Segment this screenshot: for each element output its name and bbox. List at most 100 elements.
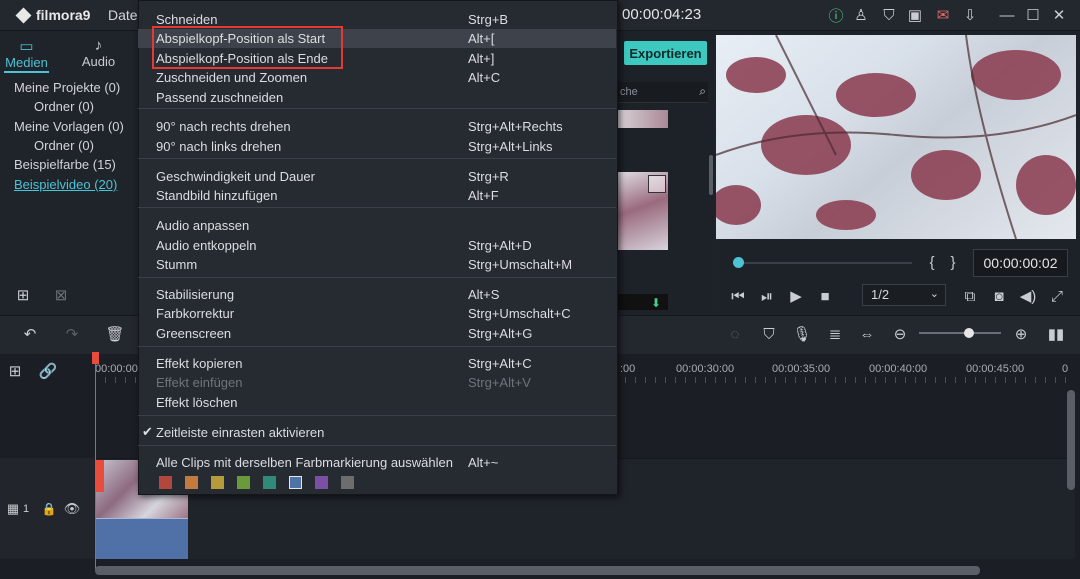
fullscreen-icon[interactable]: ⤢ <box>1048 287 1066 305</box>
menu-item-shortcut: Alt+F <box>468 188 499 203</box>
menu-separator <box>138 207 616 208</box>
preview-progress-track[interactable] <box>734 262 912 264</box>
menu-separator <box>138 346 616 347</box>
zoom-out-icon[interactable]: ⊖ <box>891 325 909 343</box>
mark-in-icon[interactable]: { <box>925 253 939 271</box>
search-placeholder: che <box>620 86 638 98</box>
context-menu-items: Schneiden Strg+B Abspielkopf-Position als … <box>138 0 618 495</box>
menu-item-label: Stumm <box>156 257 198 272</box>
timeline-layout-icon[interactable]: ▮▮ <box>1046 325 1066 343</box>
menu-item-effekt-einfügen[interactable]: Effekt einfügen Strg+Alt+V <box>138 373 616 392</box>
menu-item-zuschneiden-und-zoomen[interactable]: Zuschneiden und Zoomen Alt+C <box>138 68 616 87</box>
tab-audio[interactable]: ♪ Audio <box>76 31 121 73</box>
delete-icon[interactable]: 🗑 <box>105 325 124 343</box>
minimize-icon[interactable]: — <box>998 6 1016 24</box>
menu-item-farbkorrektur[interactable]: Farbkorrektur Strg+Umschalt+C <box>138 304 616 323</box>
menu-item-geschwindigkeit-und-dauer[interactable]: Geschwindigkeit und Dauer Strg+R <box>138 167 616 186</box>
search-input[interactable]: che ⌕ <box>618 82 708 103</box>
menu-item-shortcut: Strg+Alt+G <box>468 326 533 341</box>
menu-item-standbild-hinzufügen[interactable]: Standbild hinzufügen Alt+F <box>138 186 616 205</box>
menu-item-alle-clips-mit-derselben-farbmarkierung-auswählen[interactable]: Alle Clips mit derselben Farbmarkierung … <box>138 453 616 472</box>
menu-item-stabilisierung[interactable]: Stabilisierung Alt+S <box>138 285 616 304</box>
menu-datei[interactable]: Datei <box>108 7 141 23</box>
mark-out-icon[interactable]: } <box>946 253 960 271</box>
tree-beispielfarbe[interactable]: Beispielfarbe (15) <box>14 157 116 172</box>
playhead-line[interactable] <box>95 352 96 570</box>
download-icon[interactable]: ⇩ <box>961 6 979 24</box>
playhead-handle[interactable] <box>92 352 99 364</box>
menu-item-zeitleiste-einrasten-aktivieren[interactable]: ✔ Zeitleiste einrasten aktivieren <box>138 423 616 442</box>
color-mark-swatch[interactable] <box>211 476 224 489</box>
download-media-icon[interactable]: ⬇ <box>651 296 661 310</box>
tab-medien[interactable]: ▭ Medien <box>0 31 53 73</box>
delete-folder-icon[interactable]: ⊠ <box>51 286 71 304</box>
tree-meine-vorlagen[interactable]: Meine Vorlagen (0) <box>14 119 124 134</box>
color-mark-swatch[interactable] <box>237 476 250 489</box>
eye-icon[interactable]: 👁 <box>64 501 81 517</box>
media-type-icon <box>648 175 666 193</box>
render-icon[interactable]: ◌ <box>726 325 744 343</box>
menu-item-label: Effekt kopieren <box>156 356 243 371</box>
zoom-slider-knob[interactable] <box>964 328 974 338</box>
menu-item-effekt-kopieren[interactable]: Effekt kopieren Strg+Alt+C <box>138 354 616 373</box>
info-icon[interactable]: ⓘ <box>827 6 845 25</box>
color-mark-swatch[interactable] <box>263 476 276 489</box>
project-duration: 00:00:04:23 <box>622 6 702 23</box>
menu-item-passend-zuschneiden[interactable]: Passend zuschneiden <box>138 88 616 107</box>
lock-icon[interactable]: 🔒 <box>42 501 57 517</box>
clip-audio-waveform[interactable] <box>95 518 188 559</box>
stop-icon[interactable]: ■ <box>816 287 834 305</box>
menu-item-greenscreen[interactable]: Greenscreen Strg+Alt+G <box>138 324 616 343</box>
account-icon[interactable]: ♙ <box>852 6 870 24</box>
cart-icon[interactable]: ⛉ <box>880 6 898 24</box>
zoom-in-icon[interactable]: ⊕ <box>1012 325 1030 343</box>
redo-icon[interactable]: ↷ <box>62 325 82 343</box>
timeline-vertical-scrollbar[interactable] <box>1067 390 1075 490</box>
close-icon[interactable]: ✕ <box>1050 6 1068 24</box>
display-settings-icon[interactable]: ⧉ <box>960 287 980 305</box>
color-mark-swatch[interactable] <box>185 476 198 489</box>
undo-icon[interactable]: ↶ <box>20 325 40 343</box>
menu-item-effekt-löschen[interactable]: Effekt löschen <box>138 393 616 412</box>
mail-icon[interactable]: ✉ <box>934 6 952 24</box>
color-mark-swatch[interactable] <box>289 476 302 489</box>
tree-meine-projekte[interactable]: Meine Projekte (0) <box>14 80 120 95</box>
tree-ordner-projekte[interactable]: Ordner (0) <box>34 99 94 114</box>
color-mark-swatch[interactable] <box>159 476 172 489</box>
save-icon[interactable]: ▣ <box>906 6 924 24</box>
zoom-slider[interactable] <box>919 332 1001 334</box>
highlight-annotation-box <box>152 26 343 69</box>
ruler-label: 00:00:45:00 <box>966 363 1025 375</box>
previous-frame-icon[interactable]: ⏮ <box>729 287 747 305</box>
menu-item-stumm[interactable]: Stumm Strg+Umschalt+M <box>138 255 616 274</box>
menu-item-90-nach-links-drehen[interactable]: 90° nach links drehen Strg+Alt+Links <box>138 137 616 156</box>
menu-item-90-nach-rechts-drehen[interactable]: 90° nach rechts drehen Strg+Alt+Rechts <box>138 117 616 136</box>
media-scrollbar[interactable] <box>709 155 713 195</box>
volume-icon[interactable]: ◀) <box>1019 287 1037 305</box>
timeline-horizontal-scrollbar[interactable] <box>95 566 980 575</box>
menu-item-audio-entkoppeln[interactable]: Audio entkoppeln Strg+Alt+D <box>138 236 616 255</box>
color-mark-swatch[interactable] <box>315 476 328 489</box>
microphone-icon[interactable]: 🎙 <box>792 325 811 343</box>
media-thumbnail[interactable] <box>618 110 668 128</box>
new-folder-icon[interactable]: ⊞ <box>13 286 33 304</box>
audio-mixer-icon[interactable]: ≣ <box>826 325 844 343</box>
tree-beispielvideo[interactable]: Beispielvideo (20) <box>14 177 117 192</box>
marker-icon[interactable]: ⛉ <box>760 325 778 343</box>
color-mark-swatch[interactable] <box>341 476 354 489</box>
add-track-icon[interactable]: ⊞ <box>5 362 25 380</box>
snapshot-icon[interactable]: ◙ <box>990 287 1008 305</box>
play-icon[interactable]: ▶ <box>787 287 805 305</box>
preview-quality-select[interactable]: 1/2 ⌄ <box>862 284 946 306</box>
link-icon[interactable]: 🔗 <box>38 362 58 380</box>
menu-item-audio-anpassen[interactable]: Audio anpassen <box>138 216 616 235</box>
checkmark-icon: ✔ <box>142 424 153 439</box>
fit-timeline-icon[interactable]: ⇔ <box>858 325 876 343</box>
export-button[interactable]: Exportieren <box>624 41 707 65</box>
tree-ordner-vorlagen[interactable]: Ordner (0) <box>34 138 94 153</box>
menu-item-label: Schneiden <box>156 12 218 27</box>
maximize-icon[interactable]: ☐ <box>1024 6 1042 24</box>
play-pause-icon[interactable]: ⏯ <box>758 287 776 305</box>
menu-separator <box>138 415 616 416</box>
preview-progress-knob[interactable] <box>732 257 744 268</box>
